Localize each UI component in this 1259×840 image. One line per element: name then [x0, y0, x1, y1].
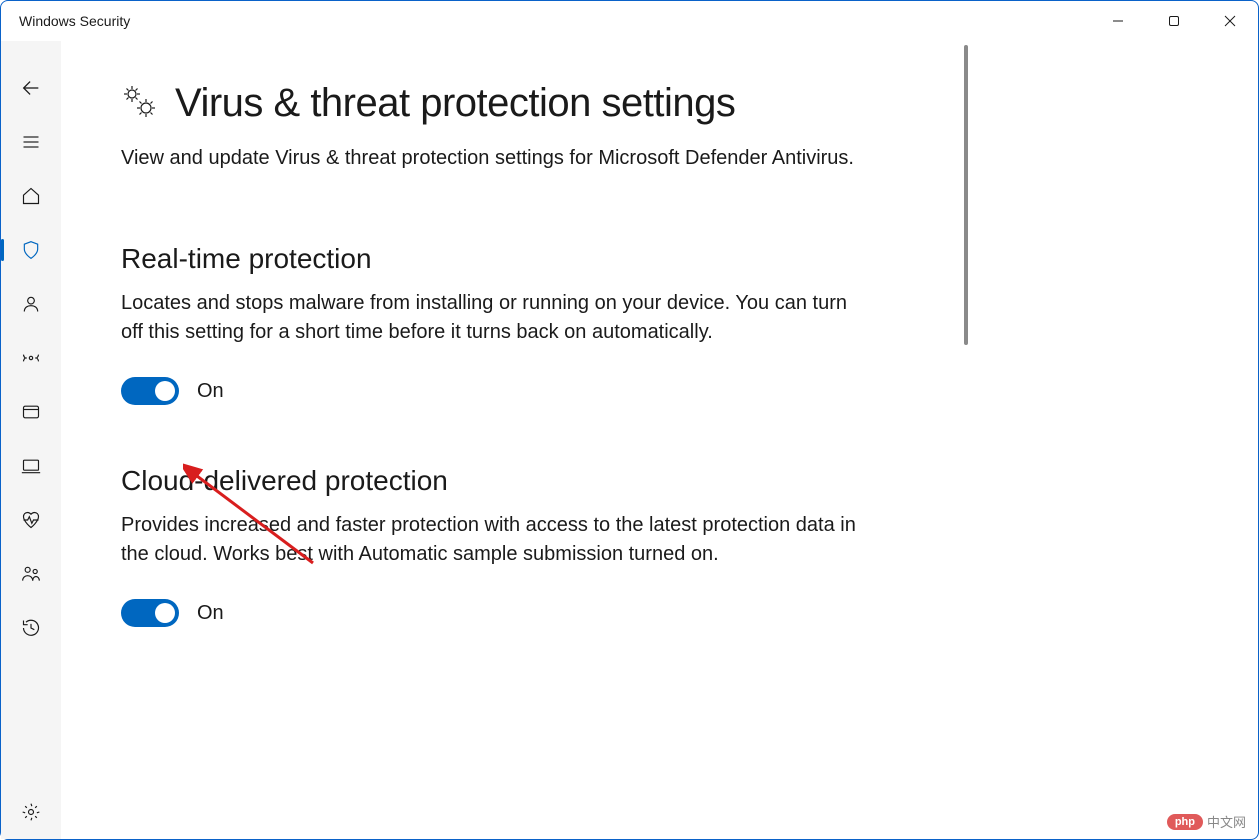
sidebar-item-firewall[interactable]	[1, 331, 61, 385]
settings-gears-icon	[121, 83, 157, 124]
vertical-scrollbar[interactable]	[961, 41, 971, 839]
maximize-button[interactable]	[1146, 1, 1202, 41]
home-icon	[21, 186, 41, 206]
firewall-icon	[21, 348, 41, 368]
content-wrap: Virus & threat protection settings View …	[61, 41, 1258, 839]
close-icon	[1224, 15, 1236, 27]
cloud-protection-toggle[interactable]	[121, 599, 179, 627]
hamburger-icon	[21, 132, 41, 152]
toggle-row-realtime: On	[121, 377, 861, 405]
shield-icon	[21, 240, 41, 260]
watermark-text: 中文网	[1207, 812, 1246, 831]
page-header: Virus & threat protection settings	[121, 81, 901, 126]
device-security-icon	[21, 456, 41, 476]
toggle-thumb	[155, 381, 175, 401]
sidebar-item-virus-threat[interactable]	[1, 223, 61, 277]
heart-pulse-icon	[21, 510, 41, 530]
sidebar	[1, 41, 61, 839]
sidebar-item-device-security[interactable]	[1, 439, 61, 493]
section-title-cloud: Cloud-delivered protection	[121, 465, 861, 497]
toggle-label-cloud: On	[197, 602, 224, 625]
account-icon	[21, 294, 41, 314]
sidebar-item-app-browser[interactable]	[1, 385, 61, 439]
window-title: Windows Security	[19, 13, 130, 29]
close-button[interactable]	[1202, 1, 1258, 41]
sidebar-item-family[interactable]	[1, 547, 61, 601]
family-icon	[21, 564, 41, 584]
page-title: Virus & threat protection settings	[175, 81, 735, 126]
section-cloud: Cloud-delivered protection Provides incr…	[121, 465, 861, 627]
history-icon	[21, 618, 41, 638]
sidebar-item-device-performance[interactable]	[1, 493, 61, 547]
section-desc-realtime: Locates and stops malware from installin…	[121, 289, 861, 347]
window-controls	[1090, 1, 1258, 41]
main-content: Virus & threat protection settings View …	[61, 41, 961, 839]
gear-icon	[21, 802, 41, 822]
sidebar-menu-button[interactable]	[1, 115, 61, 169]
minimize-button[interactable]	[1090, 1, 1146, 41]
realtime-protection-toggle[interactable]	[121, 377, 179, 405]
toggle-row-cloud: On	[121, 599, 861, 627]
app-window: Windows Security	[0, 0, 1259, 840]
section-desc-cloud: Provides increased and faster protection…	[121, 511, 861, 569]
sidebar-item-history[interactable]	[1, 601, 61, 655]
section-title-realtime: Real-time protection	[121, 243, 861, 275]
scrollbar-track	[964, 45, 968, 835]
watermark-badge: php	[1167, 814, 1203, 830]
scrollbar-thumb[interactable]	[964, 45, 968, 345]
back-arrow-icon	[20, 77, 42, 99]
titlebar: Windows Security	[1, 1, 1258, 41]
app-body: Virus & threat protection settings View …	[1, 41, 1258, 839]
toggle-thumb	[155, 603, 175, 623]
sidebar-back-button[interactable]	[1, 61, 61, 115]
toggle-label-realtime: On	[197, 380, 224, 403]
minimize-icon	[1112, 15, 1124, 27]
section-realtime: Real-time protection Locates and stops m…	[121, 243, 861, 405]
watermark: php 中文网	[1167, 812, 1246, 831]
page-subtitle: View and update Virus & threat protectio…	[121, 144, 861, 173]
sidebar-item-home[interactable]	[1, 169, 61, 223]
maximize-icon	[1168, 15, 1180, 27]
app-browser-icon	[21, 402, 41, 422]
sidebar-item-settings[interactable]	[1, 785, 61, 839]
sidebar-item-account[interactable]	[1, 277, 61, 331]
